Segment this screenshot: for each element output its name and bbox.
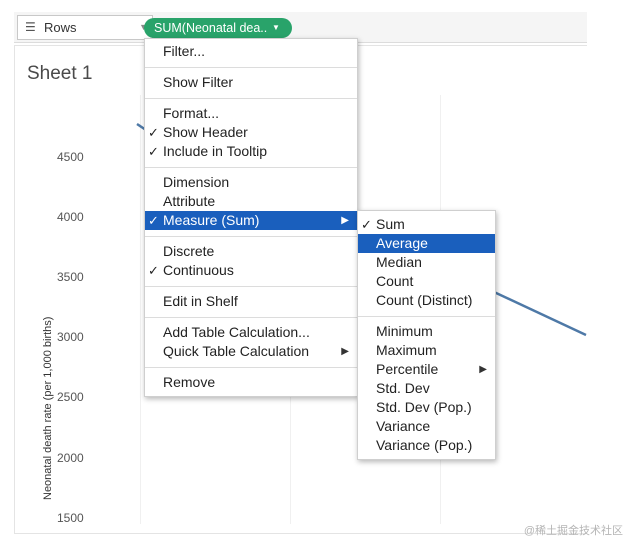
menu-item-label: Std. Dev (Pop.): [376, 399, 472, 415]
y-tick: 2500: [57, 390, 84, 404]
submenu-item-count[interactable]: Count: [358, 272, 495, 291]
menu-item-label: Attribute: [163, 193, 216, 209]
menu-divider: [145, 67, 357, 68]
watermark: @稀土掘金技术社区: [523, 525, 623, 537]
menu-item-label: Edit in Shelf: [163, 293, 238, 309]
menu-item-continuous[interactable]: ✓ Continuous: [145, 261, 357, 280]
y-tick: 3000: [57, 330, 84, 344]
menu-divider: [145, 317, 357, 318]
submenu-item-average[interactable]: Average: [358, 234, 495, 253]
menu-item-label: Discrete: [163, 243, 215, 259]
submenu-item-std-dev-pop[interactable]: Std. Dev (Pop.): [358, 398, 495, 417]
menu-divider: [145, 98, 357, 99]
menu-item-label: Percentile: [376, 361, 439, 377]
menu-item-label: Sum: [376, 216, 405, 232]
menu-item-label: Remove: [163, 374, 216, 390]
submenu-item-minimum[interactable]: Minimum: [358, 322, 495, 341]
menu-item-label: Add Table Calculation...: [163, 324, 310, 340]
series-line-right: [493, 290, 587, 337]
menu-divider: [358, 316, 495, 317]
menu-item-label: Quick Table Calculation: [163, 343, 310, 359]
menu-item-measure-sum[interactable]: ✓ Measure (Sum) ▶: [145, 211, 357, 230]
menu-item-label: Count (Distinct): [376, 292, 473, 308]
menu-item-label: Variance (Pop.): [376, 437, 473, 453]
y-tick: 4500: [57, 150, 84, 164]
y-tick: 4000: [57, 210, 84, 224]
checkmark-icon: ✓: [148, 263, 159, 278]
submenu-arrow-icon: ▶: [479, 364, 487, 375]
menu-item-label: Show Header: [163, 124, 248, 140]
checkmark-icon: ✓: [148, 213, 159, 228]
menu-item-remove[interactable]: Remove: [145, 373, 357, 392]
menu-item-show-header[interactable]: ✓ Show Header: [145, 123, 357, 142]
submenu-item-percentile[interactable]: Percentile ▶: [358, 360, 495, 379]
menu-item-label: Format...: [163, 105, 220, 121]
menu-item-label: Show Filter: [163, 74, 234, 90]
aggregation-submenu: ✓ Sum Average Median Count Count (Distin…: [357, 210, 496, 460]
menu-item-edit-in-shelf[interactable]: Edit in Shelf: [145, 292, 357, 311]
menu-item-add-table-calculation[interactable]: Add Table Calculation...: [145, 323, 357, 342]
pill-context-menu: Filter... Show Filter Format... ✓ Show H…: [144, 38, 358, 397]
submenu-item-variance[interactable]: Variance: [358, 417, 495, 436]
submenu-arrow-icon: ▶: [341, 215, 349, 226]
menu-item-label: Continuous: [163, 262, 234, 278]
menu-item-format[interactable]: Format...: [145, 104, 357, 123]
menu-item-attribute[interactable]: Attribute: [145, 192, 357, 211]
y-tick: 1500: [57, 511, 84, 525]
menu-divider: [145, 367, 357, 368]
menu-item-include-in-tooltip[interactable]: ✓ Include in Tooltip: [145, 142, 357, 161]
menu-item-label: Minimum: [376, 323, 433, 339]
menu-item-label: Dimension: [163, 174, 230, 190]
menu-item-label: Measure (Sum): [163, 212, 260, 228]
menu-item-label: Filter...: [163, 43, 206, 59]
menu-item-label: Std. Dev: [376, 380, 430, 396]
y-tick: 2000: [57, 451, 84, 465]
menu-divider: [145, 286, 357, 287]
menu-divider: [145, 236, 357, 237]
menu-item-label: Median: [376, 254, 422, 270]
submenu-item-variance-pop[interactable]: Variance (Pop.): [358, 436, 495, 455]
menu-item-label: Include in Tooltip: [163, 143, 268, 159]
submenu-item-std-dev[interactable]: Std. Dev: [358, 379, 495, 398]
menu-item-dimension[interactable]: Dimension: [145, 173, 357, 192]
checkmark-icon: ✓: [148, 125, 159, 140]
menu-item-quick-table-calculation[interactable]: Quick Table Calculation ▶: [145, 342, 357, 361]
menu-item-label: Variance: [376, 418, 431, 434]
y-axis-label: Neonatal death rate (per 1,000 births): [42, 316, 54, 500]
submenu-item-maximum[interactable]: Maximum: [358, 341, 495, 360]
y-tick: 3500: [57, 270, 84, 284]
menu-item-show-filter[interactable]: Show Filter: [145, 73, 357, 92]
menu-divider: [145, 167, 357, 168]
menu-item-label: Count: [376, 273, 414, 289]
menu-item-filter[interactable]: Filter...: [145, 42, 357, 61]
submenu-arrow-icon: ▶: [341, 346, 349, 357]
checkmark-icon: ✓: [361, 217, 372, 232]
submenu-item-sum[interactable]: ✓ Sum: [358, 215, 495, 234]
menu-item-label: Average: [376, 235, 428, 251]
submenu-item-count-distinct[interactable]: Count (Distinct): [358, 291, 495, 310]
menu-item-discrete[interactable]: Discrete: [145, 242, 357, 261]
menu-item-label: Maximum: [376, 342, 437, 358]
checkmark-icon: ✓: [148, 144, 159, 159]
submenu-item-median[interactable]: Median: [358, 253, 495, 272]
